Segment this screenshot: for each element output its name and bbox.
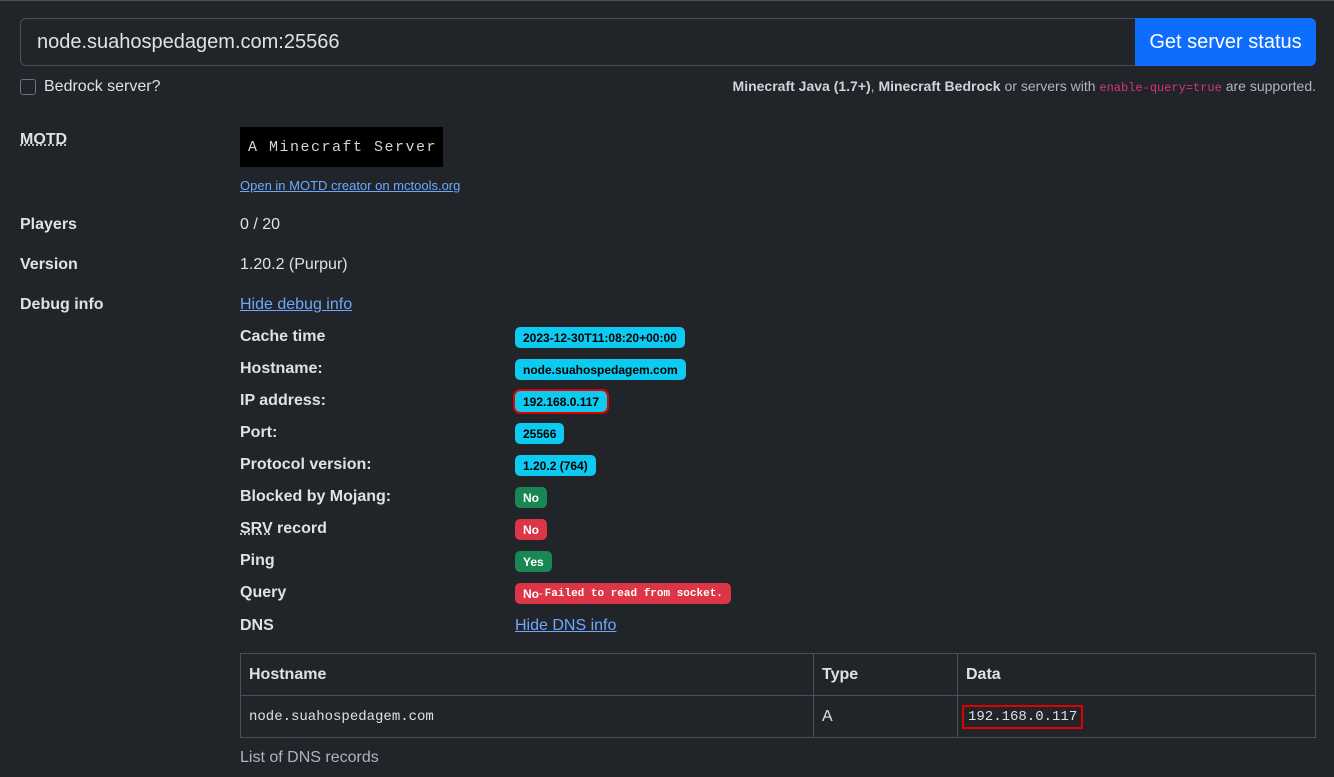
bedrock-label: Minecraft Bedrock: [878, 78, 1001, 94]
ip-address-label: IP address:: [240, 392, 326, 409]
java-label: Minecraft Java (1.7+): [732, 78, 871, 94]
query-code: enable-query=true: [1099, 81, 1222, 95]
table-row: node.suahospedagem.com A 192.168.0.117: [240, 695, 1316, 738]
port-badge: 25566: [515, 423, 565, 444]
query-error: Failed to read from socket.: [544, 587, 723, 600]
cache-time-badge: 2023-12-30T11:08:20+00:00: [515, 327, 685, 348]
hostname-label: Hostname:: [240, 360, 323, 377]
version-label: Version: [20, 256, 78, 273]
get-server-status-button[interactable]: Get server status: [1135, 18, 1316, 66]
srv-record-badge: No: [515, 519, 547, 540]
top-border: [0, 0, 1334, 1]
bedrock-checkbox-label[interactable]: Bedrock server?: [44, 78, 161, 96]
query-label: Query: [240, 584, 287, 601]
supported-servers-note: Minecraft Java (1.7+), Minecraft Bedrock…: [732, 78, 1316, 95]
blocked-by-mojang-label: Blocked by Mojang:: [240, 488, 392, 505]
dns-data-highlight: 192.168.0.117: [962, 704, 1084, 729]
dns-label: DNS: [240, 617, 274, 634]
cache-time-label: Cache time: [240, 328, 326, 345]
motd-creator-link[interactable]: Open in MOTD creator on mctools.org: [240, 178, 460, 193]
bedrock-checkbox[interactable]: [20, 79, 36, 95]
ip-address-badge: 192.168.0.117: [512, 389, 610, 414]
dns-cell-type: A: [813, 695, 958, 738]
hide-dns-info-link[interactable]: Hide DNS info: [515, 617, 616, 635]
port-label: Port:: [240, 424, 278, 441]
debug-info-label: Debug info: [20, 296, 104, 313]
server-address-input[interactable]: [20, 18, 1135, 66]
version-value: 1.20.2 (Purpur): [240, 256, 348, 273]
protocol-version-badge: 1.20.2 (764): [515, 455, 596, 476]
hide-debug-info-link[interactable]: Hide debug info: [240, 296, 352, 314]
ping-label: Ping: [240, 552, 275, 569]
search-bar: Get server status: [20, 18, 1316, 66]
blocked-by-mojang-badge: No: [515, 487, 547, 508]
dns-header-hostname: Hostname: [240, 653, 814, 696]
ping-badge: Yes: [515, 551, 552, 572]
players-value: 0 / 20: [240, 216, 281, 233]
players-label: Players: [20, 216, 77, 233]
dns-cell-hostname: node.suahospedagem.com: [240, 695, 814, 738]
motd-preview: A Minecraft Server: [240, 127, 443, 167]
query-badge: No - Failed to read from socket.: [515, 583, 731, 604]
hostname-badge: node.suahospedagem.com: [515, 359, 686, 380]
dns-records-table: Hostname Type Data node.suahospedagem.co…: [240, 653, 1316, 738]
dns-header-type: Type: [813, 653, 958, 696]
protocol-version-label: Protocol version:: [240, 456, 372, 473]
srv-record-label: SRV record: [240, 520, 327, 537]
dns-table-header-row: Hostname Type Data: [240, 653, 1316, 696]
motd-label: MOTD: [20, 131, 68, 148]
dns-header-data: Data: [957, 653, 1316, 696]
dns-cell-data: 192.168.0.117: [957, 695, 1316, 738]
dns-table-caption: List of DNS records: [240, 749, 379, 766]
bedrock-checkbox-row[interactable]: Bedrock server?: [20, 78, 161, 96]
